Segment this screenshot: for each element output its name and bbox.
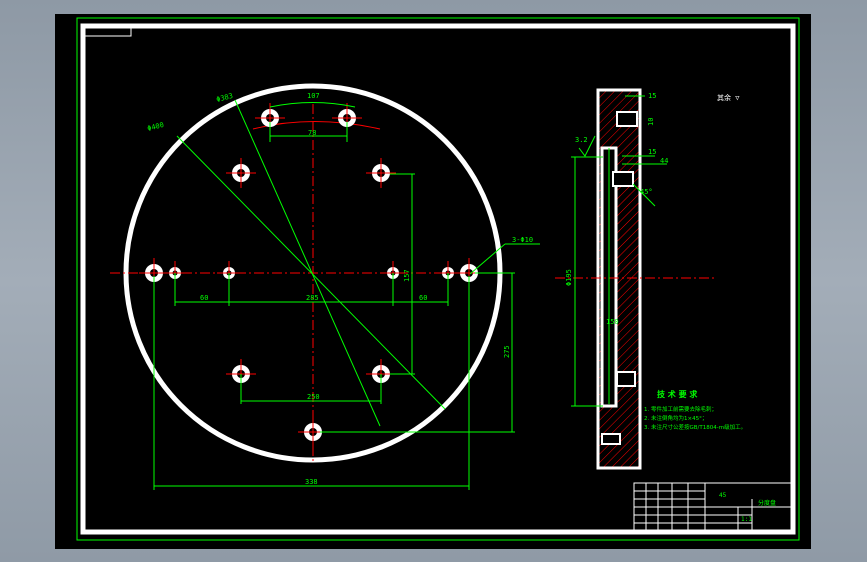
title-part-name: 分度盘 xyxy=(758,499,776,507)
section-notch-mid xyxy=(612,171,634,187)
label-chamfer: 45° xyxy=(640,188,653,196)
section-notch-bottom xyxy=(601,433,621,445)
plan-view: Φ400 Φ383 107 78 3-Φ10 285 60 60 250 157… xyxy=(110,83,540,490)
tech-req-item-3: 3. 未注尺寸公差按GB/T1804-m级加工。 xyxy=(644,423,746,431)
tech-req-title: 技 术 要 求 xyxy=(657,389,698,399)
label-groove-depth: 44 xyxy=(660,157,668,165)
label-top-width: 15 xyxy=(648,92,656,100)
outer-border xyxy=(76,17,800,541)
label-vertical-2: 275 xyxy=(503,345,511,358)
counterbore-hole xyxy=(226,158,256,188)
title-block xyxy=(633,482,794,533)
section-notch-top xyxy=(616,111,638,127)
leader-inner xyxy=(234,99,381,427)
label-outer-diameter: Φ400 xyxy=(146,121,164,133)
label-roughness: 3.2 xyxy=(575,136,588,144)
drawing-viewport[interactable]: Φ400 Φ383 107 78 3-Φ10 285 60 60 250 157… xyxy=(55,14,811,549)
roughness-note: 其余 ▽ xyxy=(717,93,740,102)
label-vertical-1: 157 xyxy=(403,269,411,282)
title-material: 45 xyxy=(719,492,727,499)
label-left-offset: 60 xyxy=(200,294,208,302)
label-hole-callout: 3-Φ10 xyxy=(512,236,533,244)
label-side-overall: Φ195 xyxy=(565,269,573,286)
label-top-arc: 107 xyxy=(307,92,320,100)
title-scale: 1:1 xyxy=(741,516,752,523)
label-top-height: 10 xyxy=(647,118,655,126)
label-mid-span: 285 xyxy=(306,294,319,302)
tech-req-item-2: 2. 未注倒角均为1×45°； xyxy=(644,414,707,422)
label-top-spacing: 78 xyxy=(308,129,316,137)
label-lower-span: 250 xyxy=(307,393,320,401)
counterbore-hole xyxy=(366,158,396,188)
label-bottom-span: 338 xyxy=(305,478,318,486)
label-groove-width: 15 xyxy=(648,148,656,156)
label-right-offset: 60 xyxy=(419,294,427,302)
label-inner-diameter: Φ383 xyxy=(215,92,233,104)
label-inner-length: 150 xyxy=(606,318,619,326)
technical-requirements: 技 术 要 求 1. 零件加工前需要去除毛刺； 2. 未注倒角均为1×45°； … xyxy=(644,389,746,431)
section-notch-low xyxy=(616,371,636,387)
inner-border xyxy=(80,23,796,535)
cad-drawing: Φ400 Φ383 107 78 3-Φ10 285 60 60 250 157… xyxy=(76,17,800,541)
tech-req-item-1: 1. 零件加工前需要去除毛刺； xyxy=(644,405,717,413)
